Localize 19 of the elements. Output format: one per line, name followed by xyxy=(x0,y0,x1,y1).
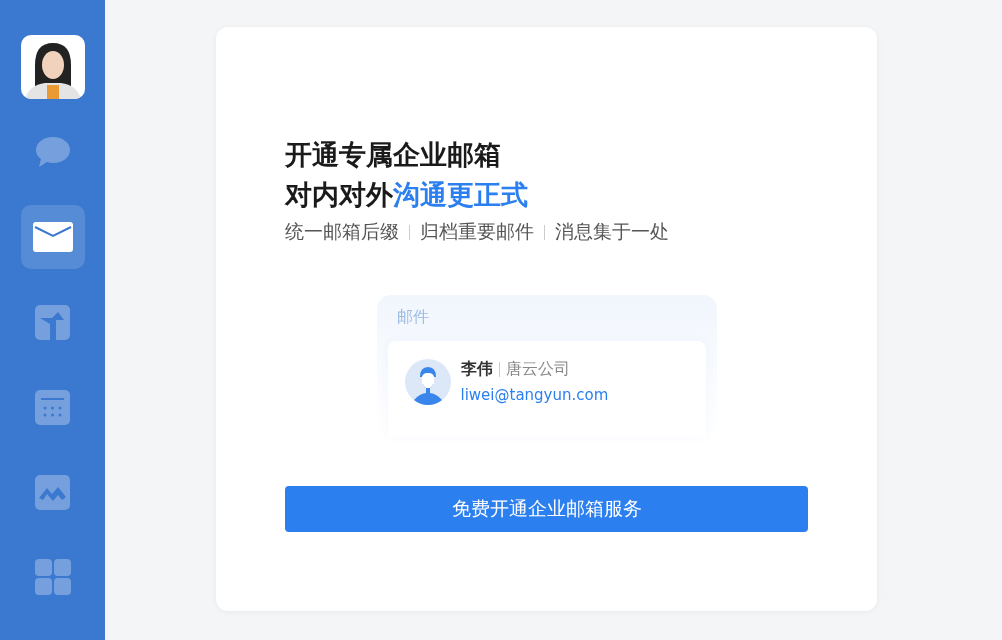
company-name: 唐云公司 xyxy=(505,359,570,380)
preview-header: 邮件 xyxy=(396,307,429,326)
grid-icon[interactable] xyxy=(34,559,71,595)
calendar-icon[interactable] xyxy=(35,389,70,425)
chat-bubble-icon[interactable] xyxy=(34,136,71,168)
highlight-text: 沟通更正式 xyxy=(393,178,528,212)
feature-text: 统一邮箱后缀 xyxy=(285,219,399,244)
nav-item-highlight[interactable] xyxy=(20,205,85,269)
feature-text: 归档重要邮件 xyxy=(420,219,534,244)
headline: 开通专属企业邮箱 xyxy=(285,138,502,172)
person-avatar-icon xyxy=(404,359,451,405)
mountain-icon[interactable] xyxy=(35,474,70,510)
contact-name: 李伟 xyxy=(460,359,493,380)
shortcut-icon[interactable] xyxy=(35,304,70,340)
email-address: liwei@tangyun.com xyxy=(460,386,609,404)
mail-icon[interactable] xyxy=(32,222,73,252)
headline: 对内对外 xyxy=(285,178,393,212)
feature-text: 消息集于一处 xyxy=(555,219,669,244)
activate-mail-button[interactable]: 免费开通企业邮箱服务 xyxy=(285,486,808,532)
